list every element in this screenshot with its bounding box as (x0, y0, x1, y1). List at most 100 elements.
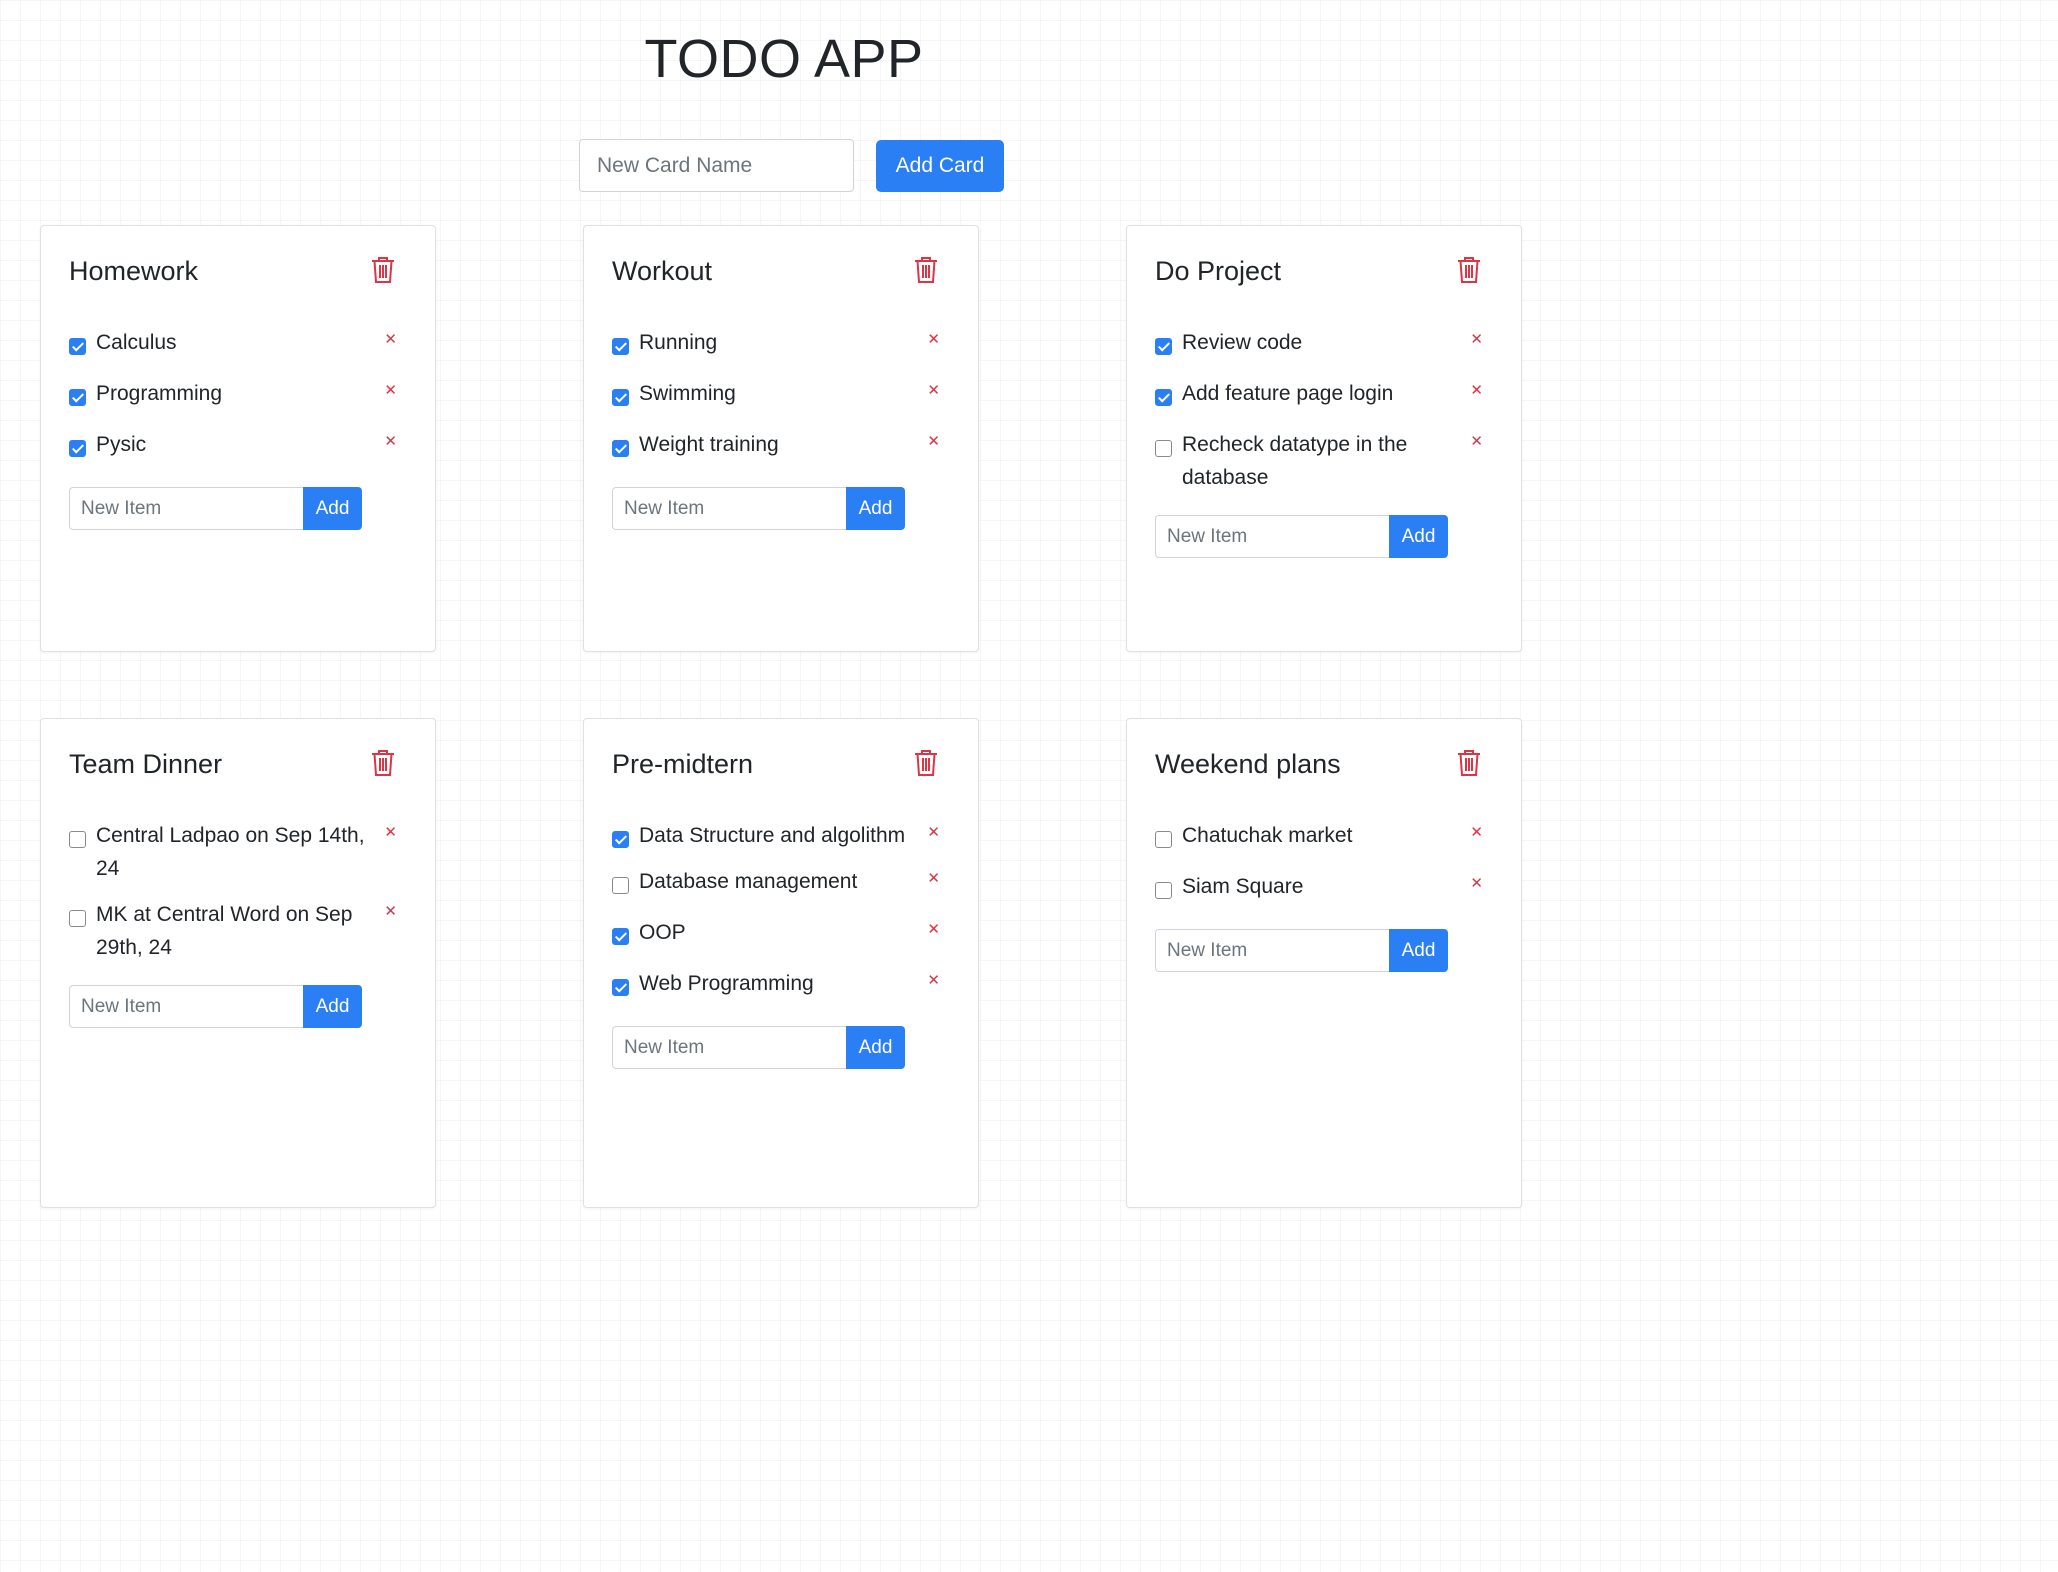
card-title: Homework (69, 255, 199, 286)
item-checkbox[interactable] (69, 389, 86, 406)
card-header: Team Dinner (69, 747, 397, 781)
todo-item: MK at Central Word on Sep 29th, 24 ✕ (69, 902, 397, 964)
page-title: TODO APP (644, 29, 924, 89)
card-title: Team Dinner (69, 748, 223, 779)
card-title: Do Project (1155, 255, 1282, 286)
remove-item-button[interactable]: ✕ (384, 902, 397, 920)
close-icon: ✕ (1470, 823, 1483, 841)
item-checkbox[interactable] (612, 928, 629, 945)
todo-item: Running ✕ (612, 330, 940, 359)
close-icon: ✕ (1470, 874, 1483, 892)
delete-card-button[interactable] (912, 749, 940, 779)
remove-item-button[interactable]: ✕ (927, 920, 940, 938)
new-item-input[interactable] (1155, 929, 1389, 972)
remove-item-button[interactable]: ✕ (927, 330, 940, 348)
remove-item-button[interactable]: ✕ (384, 330, 397, 348)
add-item-button[interactable]: Add (303, 985, 362, 1028)
remove-item-button[interactable]: ✕ (384, 381, 397, 399)
remove-item-button[interactable]: ✕ (927, 432, 940, 450)
remove-item-button[interactable]: ✕ (384, 823, 397, 841)
add-card-button[interactable]: Add Card (876, 139, 1004, 192)
item-checkbox[interactable] (1155, 882, 1172, 899)
delete-card-button[interactable] (912, 256, 940, 286)
remove-item-button[interactable]: ✕ (384, 432, 397, 450)
remove-item-button[interactable]: ✕ (927, 823, 940, 841)
card-title: Pre-midtern (612, 748, 754, 779)
close-icon: ✕ (1470, 432, 1483, 450)
item-label: Pysic (96, 433, 147, 456)
item-label: MK at Central Word on Sep 29th, 24 (96, 903, 353, 959)
delete-card-button[interactable] (369, 749, 397, 779)
item-label: Review code (1182, 331, 1303, 354)
item-checkbox[interactable] (612, 831, 629, 848)
remove-item-button[interactable]: ✕ (1470, 330, 1483, 348)
item-checkbox[interactable] (1155, 389, 1172, 406)
delete-card-button[interactable] (369, 256, 397, 286)
new-item-form: Add (69, 487, 397, 530)
item-checkbox[interactable] (1155, 440, 1172, 457)
remove-item-button[interactable]: ✕ (1470, 381, 1483, 399)
item-checkbox[interactable] (612, 338, 629, 355)
remove-item-button[interactable]: ✕ (927, 971, 940, 989)
item-label: Swimming (639, 382, 736, 405)
item-checkbox[interactable] (612, 877, 629, 894)
todo-card: Workout Running ✕ Swimming ✕ Weight training ✕… (583, 225, 979, 652)
add-item-button[interactable]: Add (846, 487, 905, 530)
add-item-button[interactable]: Add (1389, 929, 1448, 972)
new-item-input[interactable] (612, 1026, 846, 1069)
add-item-button[interactable]: Add (846, 1026, 905, 1069)
item-label: Database management (639, 870, 858, 893)
remove-item-button[interactable]: ✕ (927, 869, 940, 887)
item-checkbox[interactable] (612, 389, 629, 406)
new-item-input[interactable] (612, 487, 846, 530)
remove-item-button[interactable]: ✕ (1470, 432, 1483, 450)
new-item-input[interactable] (1155, 515, 1389, 558)
close-icon: ✕ (384, 823, 397, 841)
close-icon: ✕ (1470, 330, 1483, 348)
trash-icon (1457, 749, 1481, 780)
item-label: Recheck datatype in the database (1182, 433, 1408, 489)
remove-item-button[interactable]: ✕ (927, 381, 940, 399)
todo-card: Team Dinner Central Ladpao on Sep 14th, 2… (40, 718, 436, 1208)
item-checkbox[interactable] (612, 979, 629, 996)
item-checkbox[interactable] (1155, 831, 1172, 848)
close-icon: ✕ (927, 330, 940, 348)
close-icon: ✕ (927, 869, 940, 887)
remove-item-button[interactable]: ✕ (1470, 874, 1483, 892)
new-card-name-input[interactable] (579, 139, 854, 192)
close-icon: ✕ (1470, 381, 1483, 399)
close-icon: ✕ (384, 381, 397, 399)
todo-item: Calculus ✕ (69, 330, 397, 359)
item-label: Add feature page login (1182, 382, 1394, 405)
new-item-input[interactable] (69, 487, 303, 530)
add-item-button[interactable]: Add (1389, 515, 1448, 558)
todo-item: Programming ✕ (69, 381, 397, 410)
close-icon: ✕ (384, 902, 397, 920)
remove-item-button[interactable]: ✕ (1470, 823, 1483, 841)
delete-card-button[interactable] (1455, 256, 1483, 286)
delete-card-button[interactable] (1455, 749, 1483, 779)
trash-icon (914, 256, 938, 287)
trash-icon (371, 256, 395, 287)
card-title: Workout (612, 255, 713, 286)
item-checkbox[interactable] (69, 910, 86, 927)
todo-item: Database management ✕ (612, 869, 940, 898)
close-icon: ✕ (384, 330, 397, 348)
item-label: Running (639, 331, 718, 354)
item-checkbox[interactable] (612, 440, 629, 457)
new-item-input[interactable] (69, 985, 303, 1028)
todo-card: Do Project Review code ✕ Add feature page l… (1126, 225, 1522, 652)
item-checkbox[interactable] (69, 338, 86, 355)
new-item-form: Add (69, 985, 397, 1028)
item-checkbox[interactable] (69, 831, 86, 848)
item-label: Data Structure and algolithm (639, 824, 906, 847)
todo-item: Pysic ✕ (69, 432, 397, 461)
card-header: Weekend plans (1155, 747, 1483, 781)
todo-card: Weekend plans Chatuchak market ✕ Siam Squar… (1126, 718, 1522, 1208)
add-item-button[interactable]: Add (303, 487, 362, 530)
card-header: Pre-midtern (612, 747, 940, 781)
item-label: Programming (96, 382, 223, 405)
item-checkbox[interactable] (69, 440, 86, 457)
close-icon: ✕ (384, 432, 397, 450)
item-checkbox[interactable] (1155, 338, 1172, 355)
